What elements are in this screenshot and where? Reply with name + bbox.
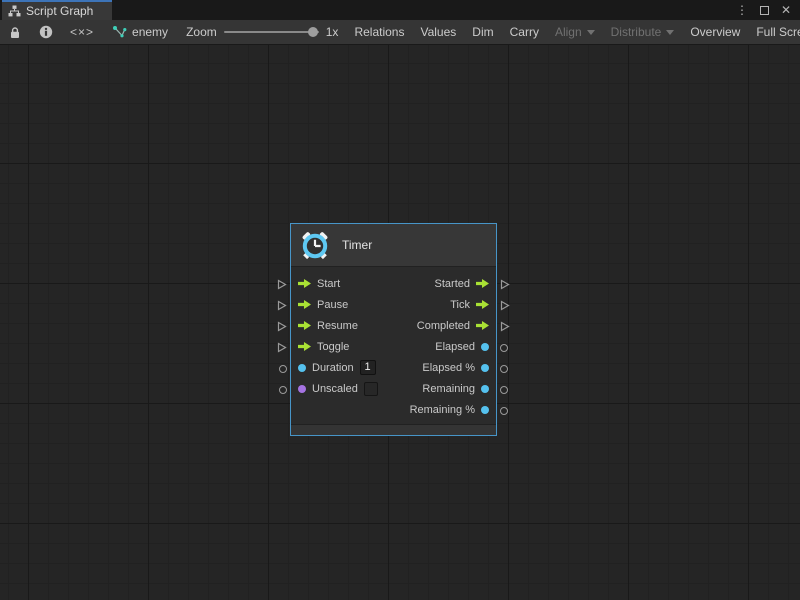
duration-input[interactable]: 1 [360,360,376,375]
dim-button[interactable]: Dim [464,20,501,44]
timer-node-group: Timer Start Started [274,223,513,436]
carry-button[interactable]: Carry [502,20,547,44]
graph-breadcrumb[interactable]: enemy [102,20,178,44]
zoom-value: 1x [326,25,339,39]
port-row: Resume Completed [291,315,496,336]
tab-bar: Script Graph ⋮ ✕ [0,0,800,20]
value-port-icon [481,343,489,351]
graph-toolbar: <×> enemy Zoom 1x Relations Values [0,20,800,45]
value-port-icon [481,406,489,414]
graph-name-label: enemy [132,25,168,39]
connector-remaining-percent[interactable] [497,400,513,421]
timer-node-body: Start Started Pause Tick [291,267,496,424]
connector-resume[interactable] [274,316,290,337]
timer-node[interactable]: Timer Start Started [290,223,497,436]
port-row: Pause Tick [291,294,496,315]
connector-toggle[interactable] [274,337,290,358]
port-duration[interactable]: Duration 1 [298,360,376,375]
unscaled-checkbox[interactable] [364,382,378,396]
info-button[interactable] [30,20,62,44]
connector-pause[interactable] [274,295,290,316]
overview-button[interactable]: Overview [682,20,748,44]
connector-tick[interactable] [497,295,513,316]
tab-label: Script Graph [26,4,93,18]
connector-duration[interactable] [274,358,290,379]
timer-node-footer [291,424,496,435]
output-connectors [497,223,513,436]
port-row: Remaining % [291,399,496,420]
port-row: Unscaled Remaining [291,378,496,399]
connector-elapsed[interactable] [497,337,513,358]
flow-in-icon [298,300,311,309]
port-row: Start Started [291,273,496,294]
script-graph-icon [8,5,21,17]
port-row: Duration 1 Elapsed % [291,357,496,378]
flow-out-icon [476,279,489,288]
port-resume[interactable]: Resume [298,320,358,332]
values-button[interactable]: Values [412,20,464,44]
flow-out-icon [476,300,489,309]
graph-icon [112,25,127,39]
chevron-down-icon [587,30,595,35]
node-title: Timer [342,238,372,252]
connector-start[interactable] [274,274,290,295]
value-port-icon [298,385,306,393]
port-elapsed-percent[interactable]: Elapsed % [422,362,489,374]
flow-in-icon [298,321,311,330]
connector-elapsed-percent[interactable] [497,358,513,379]
value-port-icon [298,364,306,372]
port-elapsed[interactable]: Elapsed [435,341,489,353]
zoom-label: Zoom [186,25,217,39]
flow-in-icon [298,279,311,288]
connector-unscaled[interactable] [274,379,290,400]
connector-completed[interactable] [497,316,513,337]
port-remaining[interactable]: Remaining [422,383,489,395]
zoom-slider[interactable] [224,31,319,33]
window-menu-icon[interactable]: ⋮ [734,2,750,18]
timer-icon [299,229,331,261]
port-remaining-percent[interactable]: Remaining % [410,404,489,416]
port-completed[interactable]: Completed [417,320,489,332]
info-icon [39,25,53,39]
connector-started[interactable] [497,274,513,295]
flow-out-icon [476,321,489,330]
port-tick[interactable]: Tick [450,299,489,311]
zoom-slider-handle[interactable] [308,27,318,37]
lock-button[interactable] [0,20,30,44]
port-start[interactable]: Start [298,278,340,290]
full-screen-button[interactable]: Full Screen [748,20,800,44]
maximize-icon[interactable] [756,2,772,18]
input-connectors [274,223,290,436]
script-graph-window: Script Graph ⋮ ✕ [0,0,800,600]
close-icon[interactable]: ✕ [778,2,794,18]
port-pause[interactable]: Pause [298,299,348,311]
timer-node-header[interactable]: Timer [291,224,496,267]
align-dropdown[interactable]: Align [547,20,603,44]
connector-remaining[interactable] [497,379,513,400]
edit-source-button[interactable]: <×> [62,20,102,44]
value-port-icon [481,364,489,372]
port-started[interactable]: Started [435,278,489,290]
port-toggle[interactable]: Toggle [298,341,349,353]
flow-in-icon [298,342,311,351]
port-unscaled[interactable]: Unscaled [298,382,378,396]
chevron-down-icon [666,30,674,35]
lock-icon [9,26,21,39]
graph-canvas[interactable]: Timer Start Started [0,45,800,600]
zoom-control: Zoom 1x [178,20,346,44]
relations-button[interactable]: Relations [346,20,412,44]
tab-script-graph[interactable]: Script Graph [2,0,112,20]
port-row: Toggle Elapsed [291,336,496,357]
distribute-dropdown[interactable]: Distribute [603,20,683,44]
window-controls: ⋮ ✕ [734,0,800,20]
value-port-icon [481,385,489,393]
